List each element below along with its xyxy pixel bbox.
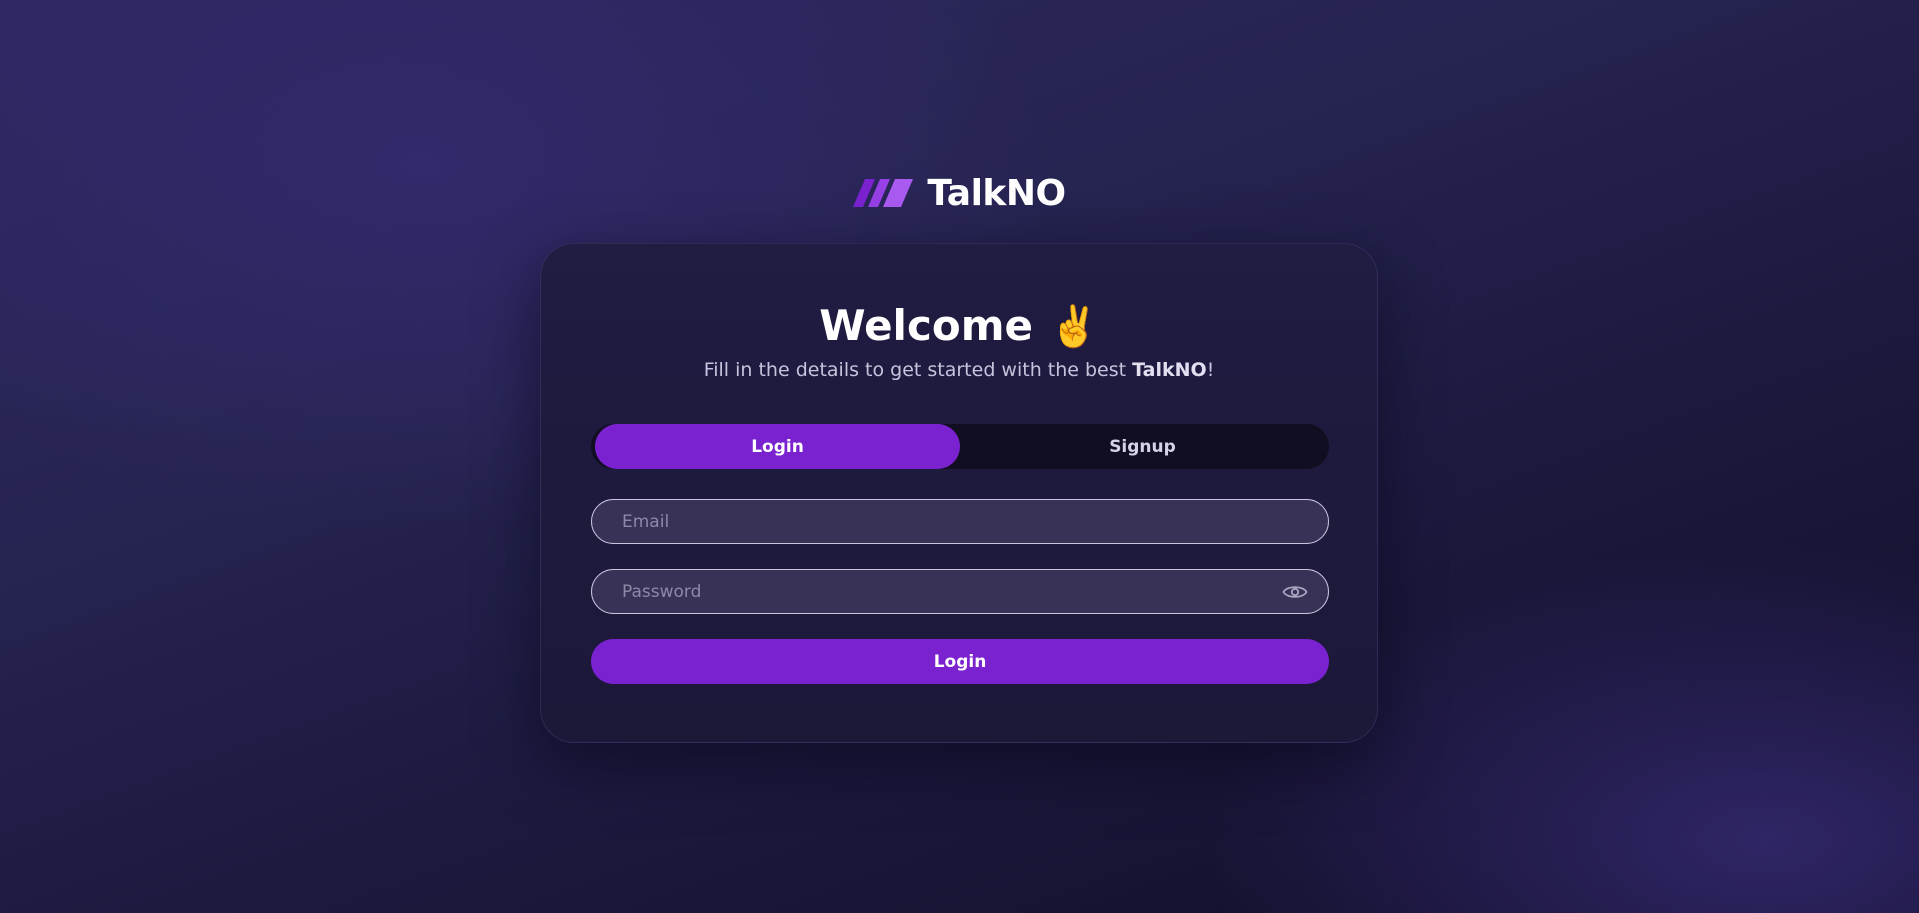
brand-header: TalkNO	[0, 168, 1919, 218]
welcome-heading: Welcome ✌️	[541, 296, 1377, 357]
welcome-title: Welcome	[819, 301, 1033, 350]
auth-card: Welcome ✌️ Fill in the details to get sta…	[540, 243, 1378, 743]
password-input[interactable]	[592, 570, 1282, 613]
email-input[interactable]	[592, 500, 1328, 543]
password-field	[591, 569, 1329, 614]
welcome-subtitle: Fill in the details to get started with …	[541, 357, 1377, 383]
auth-tabs: Login Signup	[591, 424, 1329, 469]
login-submit-button[interactable]: Login	[591, 639, 1329, 684]
email-field	[591, 499, 1329, 544]
tab-login[interactable]: Login	[595, 424, 960, 469]
eye-icon[interactable]	[1282, 583, 1308, 601]
victory-hand-emoji: ✌️	[1048, 304, 1099, 350]
slashes-logo-icon	[853, 179, 914, 207]
tab-signup[interactable]: Signup	[960, 424, 1325, 469]
subtitle-brand: TalkNO	[1132, 359, 1207, 381]
subtitle-text: Fill in the details to get started with …	[703, 359, 1133, 381]
subtitle-exclamation: !	[1206, 359, 1215, 381]
brand-name: TalkNO	[927, 172, 1066, 214]
